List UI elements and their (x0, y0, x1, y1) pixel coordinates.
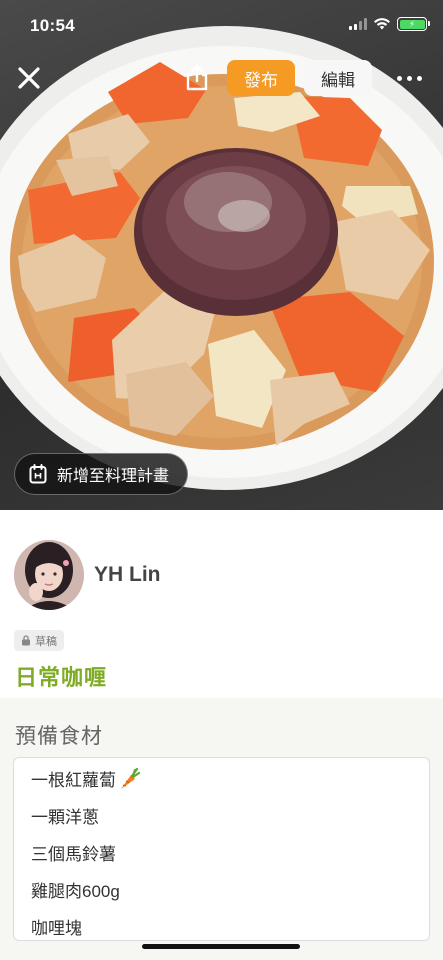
more-options-button[interactable] (390, 62, 428, 94)
recipe-title: 日常咖喱 (15, 665, 108, 690)
more-icon (396, 75, 422, 81)
ingredients-list: 一根紅蘿蔔 一顆洋蔥 三個馬鈴薯 雞腿肉600g 咖哩塊 (13, 757, 430, 941)
ingredient-item: 三個馬鈴薯 (31, 834, 429, 871)
avatar[interactable] (14, 540, 84, 610)
home-indicator[interactable] (142, 944, 300, 949)
close-button[interactable] (14, 60, 44, 96)
add-to-cooking-plan-button[interactable]: 新增至料理計畫 (14, 453, 189, 495)
author-name[interactable]: YH Lin (94, 563, 161, 587)
recipe-photo[interactable]: 10:54 ⚡ 發布 編輯 新增至料理計畫 (0, 0, 443, 510)
wifi-icon (374, 18, 390, 30)
close-icon (18, 67, 40, 89)
share-button[interactable] (184, 63, 210, 93)
calendar-icon (29, 464, 47, 484)
ingredient-item: 雞腿肉600g (31, 871, 429, 908)
author-info: YH Lin (14, 540, 161, 610)
edit-button[interactable]: 編輯 (304, 60, 372, 96)
ingredient-item: 一顆洋蔥 (31, 797, 429, 834)
ingredients-section: 預備食材 一根紅蘿蔔 一顆洋蔥 三個馬鈴薯 雞腿肉600g 咖哩塊 (0, 698, 443, 960)
lock-icon (22, 635, 30, 646)
share-icon (186, 64, 208, 91)
publish-button[interactable]: 發布 (227, 60, 295, 96)
status-badge-label: 草稿 (35, 635, 57, 648)
ingredients-heading: 預備食材 (15, 725, 103, 748)
ingredient-text: 咖哩塊 (31, 919, 82, 938)
ingredient-item: 咖哩塊 (31, 908, 429, 945)
ingredient-text: 三個馬鈴薯 (31, 845, 116, 864)
ingredient-item: 一根紅蘿蔔 (31, 760, 429, 797)
ingredient-text: 一根紅蘿蔔 (31, 771, 116, 790)
photo-toolbar: 發布 編輯 (0, 58, 443, 98)
status-time: 10:54 (30, 16, 75, 35)
add-to-cooking-plan-label: 新增至料理計畫 (57, 468, 170, 485)
ingredient-text: 一顆洋蔥 (31, 808, 99, 827)
status-bar: 10:54 ⚡ (0, 0, 443, 52)
status-badge: 草稿 (14, 630, 64, 651)
battery-charging-icon: ⚡ (397, 17, 430, 31)
cellular-signal-icon (349, 18, 367, 30)
carrot-icon (121, 767, 140, 789)
ingredient-text: 雞腿肉600g (31, 882, 120, 901)
